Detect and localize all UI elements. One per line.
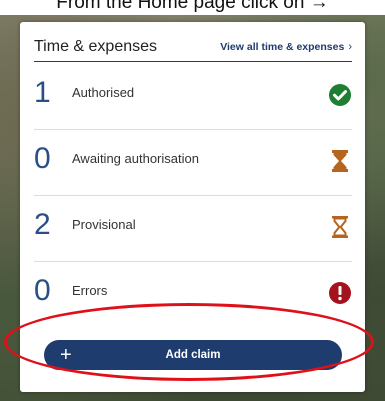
card-title: Time & expenses: [34, 38, 158, 55]
row-awaiting-authorisation[interactable]: 0 Awaiting authorisation: [34, 130, 352, 196]
view-all-link-label: View all time & expenses: [220, 41, 345, 53]
authorised-count: 1: [34, 76, 51, 109]
row-errors[interactable]: 0 Errors: [34, 262, 352, 328]
provisional-count: 2: [34, 208, 51, 241]
instruction-text: From the Home page click on →: [0, 0, 385, 15]
check-circle-icon: [328, 82, 352, 108]
row-provisional[interactable]: 2 Provisional: [34, 196, 352, 262]
errors-count: 0: [34, 274, 51, 307]
chevron-right-icon: ›: [348, 41, 352, 53]
authorised-label: Authorised: [72, 85, 135, 100]
awaiting-count: 0: [34, 142, 51, 175]
hourglass-outline-icon: [328, 214, 352, 240]
hourglass-filled-icon: [328, 148, 352, 174]
exclamation-circle-icon: [328, 280, 352, 306]
awaiting-label: Awaiting authorisation: [72, 151, 199, 166]
provisional-label: Provisional: [72, 217, 136, 232]
row-authorised[interactable]: 1 Authorised: [34, 64, 352, 130]
add-claim-button[interactable]: + Add claim: [44, 340, 342, 370]
time-expenses-card: Time & expenses View all time & expenses…: [20, 22, 365, 392]
view-all-link[interactable]: View all time & expenses ›: [220, 40, 352, 54]
add-claim-label: Add claim: [165, 349, 221, 361]
errors-label: Errors: [72, 283, 108, 298]
card-header: Time & expenses View all time & expenses…: [34, 38, 352, 62]
